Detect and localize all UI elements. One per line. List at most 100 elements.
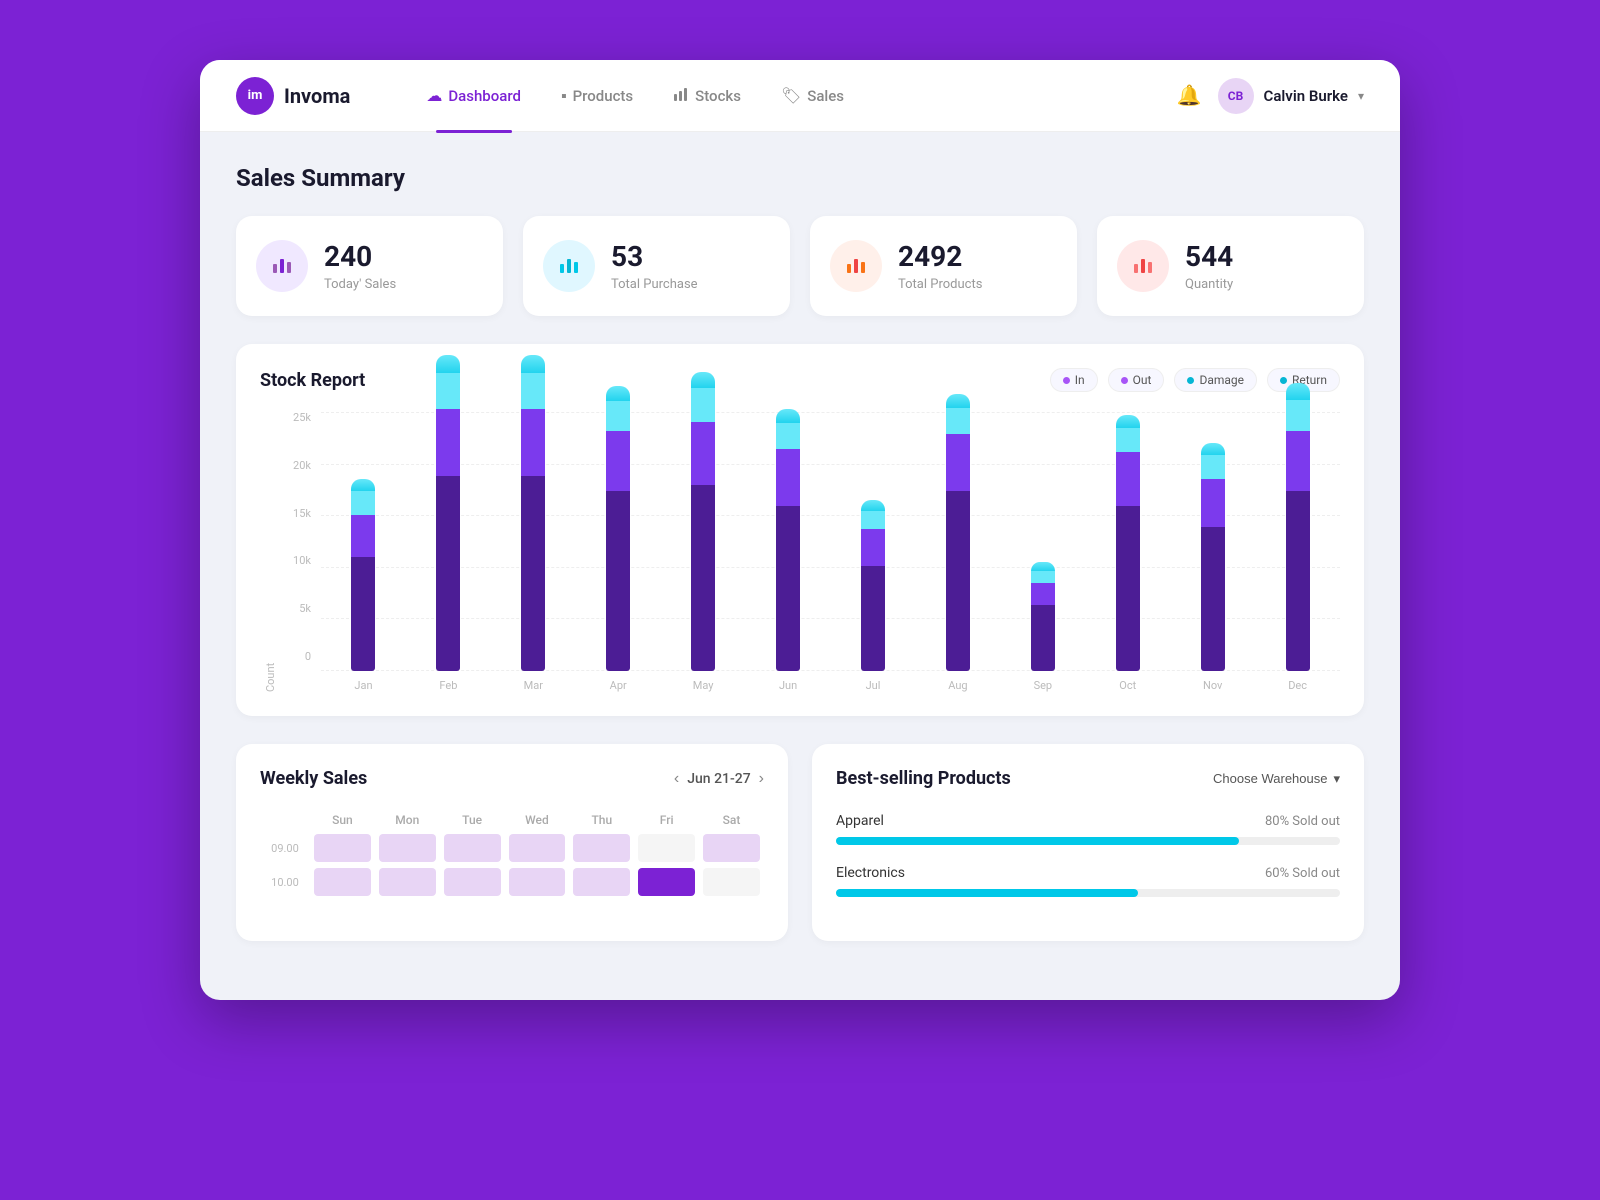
bar-chart-icon-cyan <box>557 252 581 280</box>
x-label-sep: Sep <box>1000 679 1085 692</box>
next-week-button[interactable]: › <box>759 770 764 788</box>
bar-mid <box>776 449 800 506</box>
bar-mid <box>521 409 545 477</box>
y-label-5k: 5k <box>299 603 311 614</box>
warehouse-select-button[interactable]: Choose Warehouse ▾ <box>1213 771 1340 787</box>
heat-cell <box>375 831 440 865</box>
notification-button[interactable]: 🔔 <box>1177 83 1202 108</box>
prev-week-button[interactable]: ‹ <box>674 770 679 788</box>
heat-cell <box>440 831 505 865</box>
product-stat-apparel: 80% Sold out <box>1265 814 1340 829</box>
card-total-products: 2492 Total Products <box>810 216 1077 316</box>
bar-light <box>1286 400 1310 431</box>
week-label: Jun 21-27 <box>687 771 750 787</box>
bar-stack-sep <box>1006 562 1079 672</box>
bar-light <box>606 401 630 431</box>
bar-mid <box>1286 431 1310 491</box>
weekly-sales-title: Weekly Sales <box>260 768 367 789</box>
card-value-today-sales: 240 <box>324 240 396 273</box>
table-row: 10.00 <box>260 865 764 899</box>
bar-chart-icon-orange <box>844 252 868 280</box>
bar-cap <box>691 372 715 389</box>
bar-mid <box>606 431 630 491</box>
card-icon-bg-purple <box>256 240 308 292</box>
y-label-15k: 15k <box>293 508 311 519</box>
card-label-total-products: Total Products <box>898 277 982 292</box>
bar-chart-icon-pink <box>1131 252 1155 280</box>
logo-icon: im <box>236 77 274 115</box>
bar-mid <box>1201 479 1225 527</box>
progress-fill-apparel <box>836 837 1239 845</box>
nav-item-dashboard[interactable]: ☁ Dashboard <box>410 78 537 113</box>
bar-dark <box>1031 605 1055 671</box>
bar-light <box>1116 428 1140 452</box>
product-row-electronics: Electronics 60% Sold out <box>836 865 1340 897</box>
bar-stack-dec <box>1261 383 1334 671</box>
x-label-dec: Dec <box>1255 679 1340 692</box>
bar-dark <box>1286 491 1310 671</box>
bar-cap <box>521 355 545 373</box>
chart-col-oct <box>1085 415 1170 672</box>
bar-stack-apr <box>582 386 655 671</box>
heat-cell <box>310 831 375 865</box>
logo-name: Invoma <box>284 84 350 108</box>
card-quantity: 544 Quantity <box>1097 216 1364 316</box>
progress-bg-electronics <box>836 889 1340 897</box>
time-1000: 10.00 <box>260 865 310 899</box>
bar-dark <box>606 491 630 671</box>
card-info-total-products: 2492 Total Products <box>898 240 982 292</box>
bar-dark <box>351 557 375 671</box>
summary-cards: 240 Today' Sales 53 Total P <box>236 216 1364 316</box>
bar-light <box>776 423 800 449</box>
y-label-0: 0 <box>305 651 311 662</box>
best-selling-section: Best-selling Products Choose Warehouse ▾… <box>812 744 1364 941</box>
nav-item-products[interactable]: ▪ Products <box>545 78 649 114</box>
chart-col-mar <box>491 355 576 672</box>
card-value-total-purchase: 53 <box>611 240 698 273</box>
nav-item-sales[interactable]: 🏷 Sales <box>765 78 860 113</box>
card-total-purchase: 53 Total Purchase <box>523 216 790 316</box>
x-label-may: May <box>661 679 746 692</box>
bar-stack-jan <box>327 479 400 671</box>
chart-col-nov <box>1170 443 1255 671</box>
card-today-sales: 240 Today' Sales <box>236 216 503 316</box>
stock-chart-area: Count 25k 20k 15k 10k 5k 0 <box>260 412 1340 692</box>
main-content: Sales Summary 240 Today' Sales <box>200 132 1400 973</box>
chevron-down-icon: ▾ <box>1333 771 1340 787</box>
bar-cap <box>606 386 630 401</box>
navbar: im Invoma ☁ Dashboard ▪ Products <box>200 60 1400 132</box>
heat-cell <box>375 865 440 899</box>
bar-chart-icon-purple <box>270 252 294 280</box>
bar-light <box>691 388 715 422</box>
heat-cell <box>634 831 699 865</box>
user-menu[interactable]: CB Calvin Burke ▾ <box>1218 78 1364 114</box>
bar-mid <box>1031 583 1055 606</box>
product-name-apparel: Apparel <box>836 813 884 829</box>
card-icon-bg-orange <box>830 240 882 292</box>
products-icon: ▪ <box>561 86 567 106</box>
bar-stack-jul <box>837 500 910 671</box>
best-selling-header: Best-selling Products Choose Warehouse ▾ <box>836 768 1340 789</box>
day-header-thu: Thu <box>569 809 634 831</box>
heat-cell <box>699 831 764 865</box>
dashboard-icon: ☁ <box>426 86 442 105</box>
nav-item-stocks[interactable]: Stocks <box>657 78 757 114</box>
sales-icon: 🏷 <box>781 86 801 105</box>
chart-col-jun <box>746 409 831 671</box>
chart-x-labels: JanFebMarAprMayJunJulAugSepOctNovDec <box>321 679 1340 692</box>
heat-cell <box>699 865 764 899</box>
stocks-icon <box>673 86 689 106</box>
day-header-mon: Mon <box>375 809 440 831</box>
bar-dark <box>946 491 970 671</box>
bar-cap <box>1286 383 1310 400</box>
chart-col-jan <box>321 479 406 671</box>
x-label-nov: Nov <box>1170 679 1255 692</box>
chart-bars-container <box>321 412 1340 671</box>
bar-stack-jun <box>752 409 825 671</box>
bar-dark <box>691 485 715 671</box>
y-label-25k: 25k <box>293 412 311 423</box>
card-label-today-sales: Today' Sales <box>324 277 396 292</box>
heat-cell <box>310 865 375 899</box>
bar-mid <box>691 422 715 485</box>
chart-body: JanFebMarAprMayJunJulAugSepOctNovDec <box>321 412 1340 692</box>
